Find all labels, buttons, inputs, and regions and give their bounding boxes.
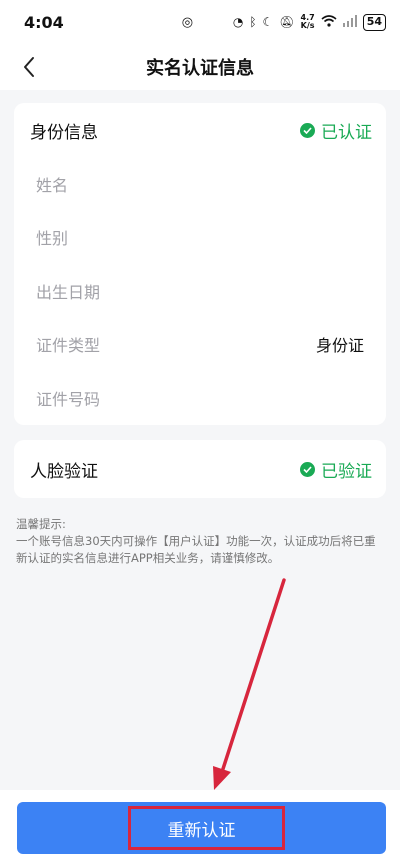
- page-title: 实名认证信息: [146, 58, 254, 79]
- info-row-label: 姓名: [36, 175, 69, 195]
- info-row-label: 证件类型: [36, 336, 101, 356]
- network-speed: 4.7 K/s: [300, 13, 315, 30]
- re-verify-button-label: 重新认证: [167, 820, 236, 841]
- battery-indicator: 54: [362, 13, 386, 31]
- tips-heading: 温馨提示:: [16, 517, 66, 531]
- wifi-icon: [321, 14, 337, 30]
- face-verification-card: 人脸验证 已验证: [14, 440, 386, 498]
- bell-off-icon: 🔕︎: [279, 15, 295, 29]
- check-circle-icon: [300, 122, 315, 138]
- face-verified-badge: 已验证: [300, 457, 372, 482]
- status-icons: ◔ ᛒ ☾ 🔕︎ 4.7 K/s 54: [232, 13, 386, 31]
- signal-icon: [342, 14, 357, 30]
- status-bar: 4:04 ◎ ◔ ᛒ ☾ 🔕︎ 4.7 K/s 54: [0, 0, 400, 44]
- re-verify-button[interactable]: 重新认证: [17, 802, 386, 854]
- info-row-birthdate: 出生日期: [14, 264, 386, 318]
- tips-body: 一个账号信息30天内可操作【用户认证】功能一次，认证成功后将已重新认证的实名信息…: [16, 534, 376, 565]
- bluetooth-icon: ᛒ: [249, 15, 257, 29]
- info-row-id-number: 证件号码: [14, 371, 386, 425]
- info-row-gender: 性别: [14, 211, 386, 265]
- moon-icon: ☾: [262, 15, 274, 29]
- face-card-title: 人脸验证: [30, 461, 98, 482]
- info-row-id-type: 证件类型 身份证: [14, 318, 386, 372]
- info-row-label: 出生日期: [36, 282, 101, 302]
- tips-text: 温馨提示: 一个账号信息30天内可操作【用户认证】功能一次，认证成功后将已重新认…: [16, 516, 386, 567]
- identity-card-title: 身份信息: [30, 122, 98, 143]
- verified-status: 已认证: [321, 122, 372, 143]
- back-button[interactable]: [14, 52, 44, 82]
- info-row-name: 姓名: [14, 157, 386, 211]
- chevron-left-icon: [24, 57, 34, 77]
- status-time: 4:04: [24, 12, 64, 32]
- nav-bar: 实名认证信息: [0, 44, 400, 90]
- info-row-label: 证件号码: [36, 389, 101, 409]
- info-row-label: 性别: [36, 229, 69, 249]
- notification-icon: ◎: [181, 14, 194, 30]
- speedometer-icon: ◔: [232, 15, 244, 29]
- info-row-value: 身份证: [315, 336, 364, 356]
- face-card-header: 人脸验证 已验证: [14, 440, 386, 498]
- face-verified-status: 已验证: [321, 461, 372, 482]
- check-circle-icon: [300, 461, 315, 477]
- identity-card-header: 身份信息 已认证: [14, 103, 386, 157]
- identity-card: 身份信息 已认证 姓名 性别 出生日期 证件类型 身份证 证件号码: [14, 103, 386, 425]
- verified-badge: 已认证: [300, 118, 372, 143]
